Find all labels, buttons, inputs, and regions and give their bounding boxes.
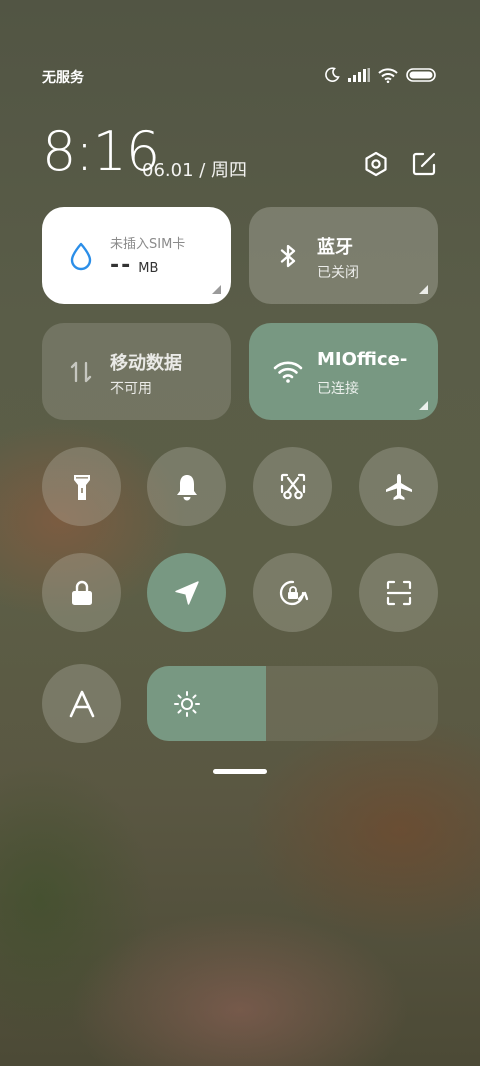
sim-title: 未插入SIM卡	[110, 237, 186, 252]
expand-corner	[419, 401, 428, 410]
sim-usage-unit: MB	[138, 261, 159, 276]
wifi-network-name: MIOffice-	[317, 349, 408, 370]
rotation-lock-icon	[279, 580, 308, 605]
scissors-icon	[280, 473, 305, 499]
brightness-slider[interactable]	[147, 666, 438, 741]
sim-usage: -- MB	[110, 253, 158, 278]
bluetooth-title: 蓝牙	[317, 237, 353, 258]
rotation-lock-toggle[interactable]	[253, 553, 332, 632]
wifi-icon	[378, 67, 398, 83]
settings-hexagon-icon[interactable]	[362, 150, 390, 178]
bluetooth-tile[interactable]: 蓝牙 已关闭	[249, 207, 438, 304]
expand-corner	[212, 285, 221, 294]
data-arrows-icon	[70, 361, 92, 383]
moon-icon	[325, 67, 340, 82]
lock-icon	[71, 580, 92, 605]
scanner-toggle[interactable]	[359, 553, 438, 632]
location-toggle[interactable]	[147, 553, 226, 632]
airplane-icon	[385, 473, 412, 500]
date-text: 06.01 / 周四	[142, 160, 248, 181]
bell-icon	[176, 474, 197, 500]
screenshot-toggle[interactable]	[253, 447, 332, 526]
scan-icon	[386, 580, 411, 605]
bluetooth-icon	[280, 244, 296, 268]
wifi-status: 已连接	[317, 381, 359, 397]
flashlight-toggle[interactable]	[42, 447, 121, 526]
location-arrow-icon	[174, 580, 199, 605]
auto-font-toggle[interactable]	[42, 664, 121, 743]
flashlight-icon	[73, 474, 90, 500]
airplane-toggle[interactable]	[359, 447, 438, 526]
mute-toggle[interactable]	[147, 447, 226, 526]
bluetooth-status: 已关闭	[317, 265, 359, 281]
signal-icon	[348, 68, 370, 82]
lock-screen-toggle[interactable]	[42, 553, 121, 632]
edit-icon[interactable]	[410, 150, 438, 178]
status-bar: 无服务	[42, 64, 436, 88]
status-icons	[324, 67, 436, 83]
water-drop-icon	[70, 242, 92, 271]
panel-drag-handle[interactable]	[213, 769, 267, 774]
battery-icon	[406, 68, 436, 82]
brightness-fill	[147, 666, 267, 741]
wifi-tile[interactable]: MIOffice- 已连接	[249, 323, 438, 420]
wifi-icon	[273, 361, 303, 383]
sun-icon	[174, 691, 200, 717]
mobile-data-status: 不可用	[110, 381, 152, 397]
mobile-data-tile[interactable]: 移动数据 不可用	[42, 323, 231, 420]
carrier-text: 无服务	[42, 70, 84, 86]
sim-data-tile[interactable]: 未插入SIM卡 -- MB	[42, 207, 231, 304]
mobile-data-title: 移动数据	[110, 353, 182, 374]
font-a-icon	[69, 690, 94, 717]
expand-corner	[419, 285, 428, 294]
sim-usage-value: --	[110, 253, 133, 278]
